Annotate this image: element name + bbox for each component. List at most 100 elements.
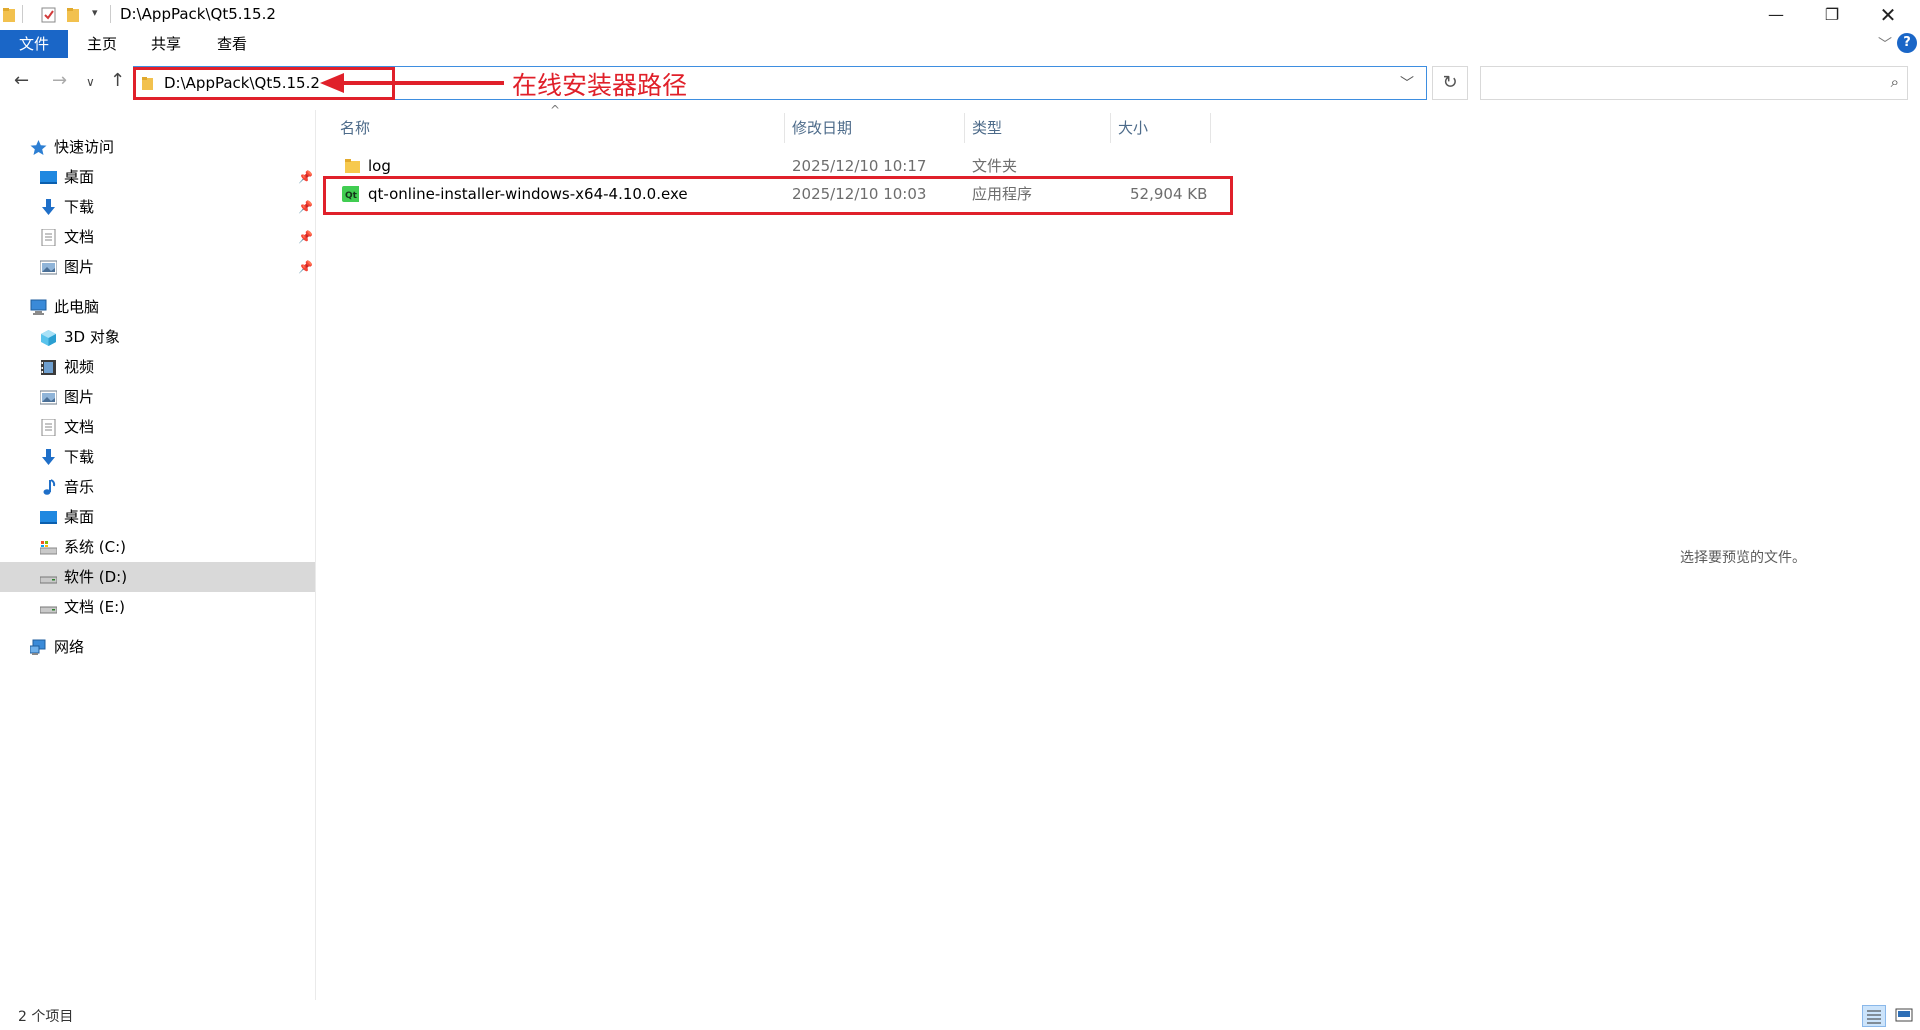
status-item-count: 2 个项目: [18, 1009, 74, 1025]
pin-icon[interactable]: 📌: [298, 222, 313, 252]
sidebar-item-label: 视频: [64, 358, 95, 376]
sidebar-item-videos[interactable]: 视频: [40, 352, 315, 382]
sidebar-item-drive-d[interactable]: 软件 (D:): [0, 562, 315, 592]
customize-toolbar-icon[interactable]: ▾: [92, 6, 98, 19]
sidebar-item-label: 音乐: [64, 478, 95, 496]
folder-icon: [345, 159, 360, 173]
large-icons-view-icon: [1895, 1008, 1913, 1022]
sidebar-item-downloads[interactable]: 下载 📌: [40, 192, 315, 222]
tab-share[interactable]: 共享: [140, 30, 192, 58]
download-icon: [42, 199, 55, 215]
chevron-down-icon[interactable]: ﹀: [1878, 34, 1892, 54]
up-arrow-icon[interactable]: ↑: [110, 70, 125, 91]
column-header-type[interactable]: 类型: [972, 113, 1002, 143]
restore-icon: ❐: [1824, 5, 1840, 24]
preview-message: 选择要预览的文件。: [1680, 550, 1806, 566]
sidebar-item-pictures-pc[interactable]: 图片: [40, 382, 315, 412]
sidebar-item-label: 下载: [64, 448, 95, 466]
close-icon: ✕: [1879, 3, 1897, 27]
annotation-arrow: [320, 73, 504, 93]
sidebar-item-label: 快速访问: [54, 138, 115, 156]
file-highlight-box: [323, 176, 1233, 215]
sidebar-item-label: 桌面: [64, 168, 95, 186]
document-icon: [41, 419, 56, 436]
close-button[interactable]: ✕: [1860, 0, 1916, 30]
computer-icon: [30, 299, 47, 315]
column-header-name[interactable]: 名称: [340, 113, 370, 143]
window-title: D:\AppPack\Qt5.15.2: [120, 5, 276, 23]
search-icon[interactable]: ⌕: [1891, 73, 1899, 91]
search-input[interactable]: ⌕: [1480, 66, 1908, 100]
video-icon: [41, 360, 56, 375]
column-header-modified[interactable]: 修改日期: [792, 113, 852, 143]
3d-objects-icon: [41, 330, 56, 346]
help-button[interactable]: ?: [1897, 33, 1917, 53]
network-icon: [30, 639, 46, 655]
large-icons-view-button[interactable]: [1893, 1005, 1917, 1027]
column-divider[interactable]: [1210, 113, 1211, 143]
divider: [110, 5, 111, 23]
sidebar-item-label: 网络: [54, 638, 85, 656]
column-header-row: 名称 ^ 修改日期 类型 大小: [330, 103, 1220, 143]
sidebar-item-label: 文档: [64, 418, 95, 436]
music-icon: [43, 479, 56, 495]
sidebar-item-documents-pc[interactable]: 文档: [40, 412, 315, 442]
sidebar-item-quick-access[interactable]: 快速访问: [30, 132, 310, 162]
sidebar-item-3d-objects[interactable]: 3D 对象: [40, 322, 315, 352]
download-icon: [42, 449, 55, 465]
desktop-icon: [40, 171, 57, 184]
drive-icon: [40, 606, 57, 614]
sidebar-item-label: 下载: [64, 198, 95, 216]
drive-icon: [40, 576, 57, 584]
refresh-button[interactable]: ↻: [1432, 66, 1468, 100]
tab-view[interactable]: 查看: [206, 30, 258, 58]
column-divider[interactable]: [784, 113, 785, 143]
sidebar-item-label: 文档 (E:): [64, 598, 126, 616]
chevron-down-icon[interactable]: ﹀: [1400, 73, 1414, 93]
sidebar-item-documents[interactable]: 文档 📌: [40, 222, 315, 252]
refresh-icon: ↻: [1442, 72, 1458, 93]
tab-file[interactable]: 文件: [0, 30, 68, 58]
new-folder-icon[interactable]: [66, 6, 84, 24]
recent-locations-icon[interactable]: ∨: [86, 75, 95, 89]
sidebar-item-pictures[interactable]: 图片 📌: [40, 252, 315, 282]
sidebar-item-desktop-pc[interactable]: 桌面: [40, 502, 315, 532]
star-icon: [30, 140, 47, 155]
pictures-icon: [40, 390, 57, 405]
document-icon: [41, 229, 56, 246]
sidebar-item-downloads-pc[interactable]: 下载: [40, 442, 315, 472]
sidebar-item-network[interactable]: 网络: [30, 632, 310, 662]
column-header-size[interactable]: 大小: [1118, 113, 1148, 143]
sidebar-item-drive-e[interactable]: 文档 (E:): [40, 592, 315, 622]
sidebar-item-this-pc[interactable]: 此电脑: [30, 292, 310, 322]
ribbon-tabs: 文件 主页 共享 查看 ﹀ ?: [0, 30, 1920, 59]
pane-divider[interactable]: [315, 110, 316, 1000]
minimize-button[interactable]: —: [1748, 0, 1804, 30]
sidebar-item-desktop[interactable]: 桌面 📌: [40, 162, 315, 192]
back-arrow-icon[interactable]: ←: [14, 70, 29, 91]
system-drive-icon: [40, 541, 57, 555]
folder-icon: [3, 8, 15, 22]
sidebar-item-label: 软件 (D:): [64, 568, 128, 586]
details-view-button[interactable]: [1862, 1005, 1886, 1027]
pin-icon[interactable]: 📌: [298, 162, 313, 192]
sidebar-item-music[interactable]: 音乐: [40, 472, 315, 502]
details-view-icon: [1867, 1010, 1881, 1024]
forward-arrow-icon[interactable]: →: [52, 70, 67, 91]
sidebar-item-label: 图片: [64, 388, 95, 406]
sidebar-item-drive-c[interactable]: 系统 (C:): [40, 532, 315, 562]
divider: [22, 5, 23, 23]
column-divider[interactable]: [1110, 113, 1111, 143]
restore-button[interactable]: ❐: [1804, 0, 1860, 30]
pin-icon[interactable]: 📌: [298, 252, 313, 282]
pictures-icon: [40, 260, 57, 275]
sidebar-item-label: 文档: [64, 228, 95, 246]
column-divider[interactable]: [964, 113, 965, 143]
sidebar-item-label: 系统 (C:): [64, 538, 126, 556]
tab-home[interactable]: 主页: [76, 30, 128, 58]
sort-ascending-icon: ^: [550, 103, 561, 117]
sidebar-item-label: 此电脑: [54, 298, 100, 316]
pin-icon[interactable]: 📌: [298, 192, 313, 222]
annotation-label: 在线安装器路径: [512, 71, 688, 100]
properties-icon[interactable]: [40, 6, 58, 24]
